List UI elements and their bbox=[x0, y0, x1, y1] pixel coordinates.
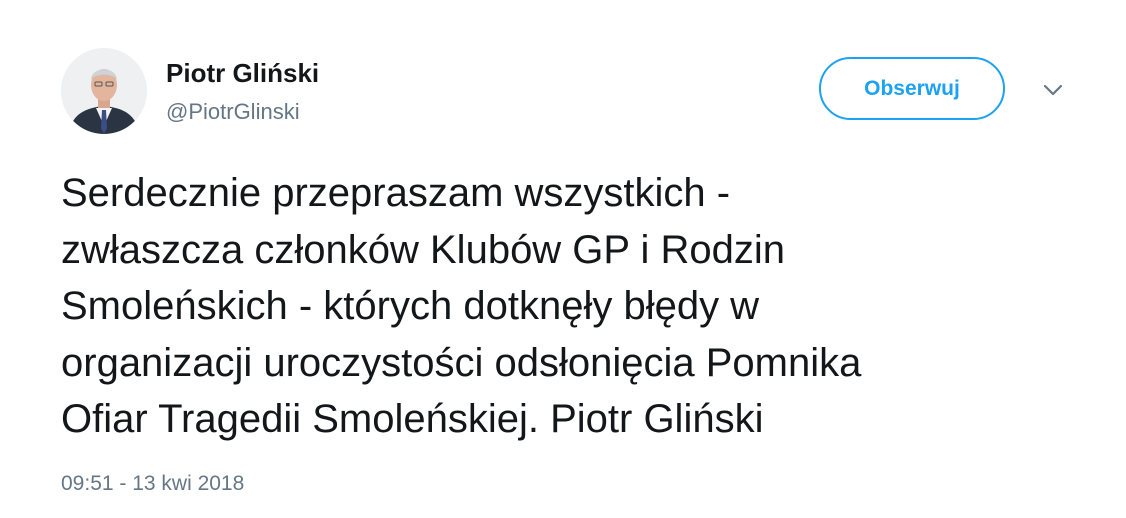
author-handle[interactable]: @PiotrGlinski bbox=[166, 98, 300, 126]
follow-button[interactable]: Obserwuj bbox=[819, 57, 1005, 120]
chevron-down-icon[interactable] bbox=[1040, 80, 1066, 100]
tweet-text: Serdecznie przepraszam wszystkich - zwła… bbox=[61, 165, 1081, 448]
tweet-text-line: Smoleńskich - których dotknęły błędy w bbox=[61, 284, 760, 328]
tweet-text-line: Serdecznie przepraszam wszystkich - bbox=[61, 171, 731, 215]
tweet-text-line: Ofiar Tragedii Smoleńskiej. Piotr Glińsk… bbox=[61, 397, 764, 441]
tweet-timestamp[interactable]: 09:51 - 13 kwi 2018 bbox=[61, 470, 244, 498]
avatar-image bbox=[61, 48, 147, 134]
tweet-text-line: organizacji uroczystości odsłonięcia Pom… bbox=[61, 340, 862, 385]
tweet-card: Piotr Gliński @PiotrGlinski Obserwuj Ser… bbox=[0, 0, 1126, 518]
author-display-name[interactable]: Piotr Gliński bbox=[166, 57, 319, 89]
tweet-text-line: zwłaszcza członków Klubów GP i Rodzin bbox=[61, 227, 786, 272]
avatar[interactable] bbox=[61, 48, 147, 134]
